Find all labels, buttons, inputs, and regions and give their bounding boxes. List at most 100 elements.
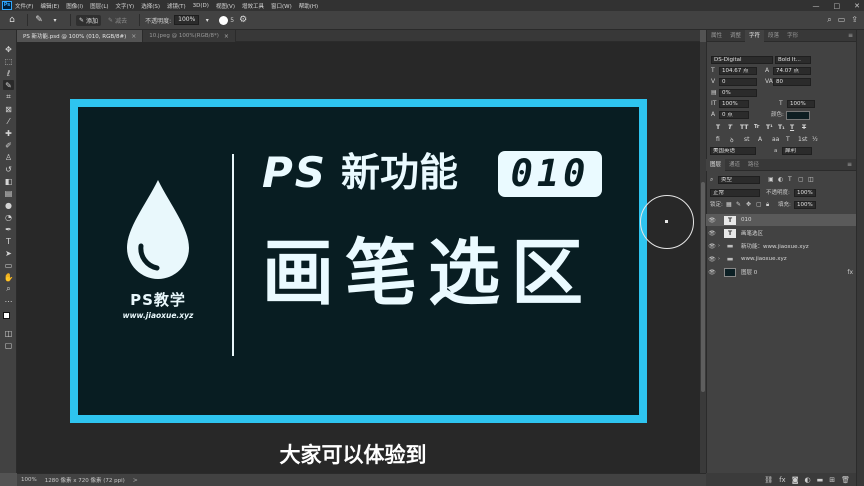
share-icon[interactable]: ⇪ (851, 15, 858, 25)
pen-tool-icon[interactable]: ✒ (3, 224, 14, 234)
lasso-tool-icon[interactable]: ℓ (3, 68, 14, 78)
fractions-button[interactable]: 1st (798, 136, 807, 143)
brush-preview-icon[interactable] (219, 15, 229, 25)
blend-mode-select[interactable]: 正常 (710, 189, 760, 197)
link-layers-icon[interactable]: ⛓ (764, 476, 773, 484)
lock-pixels-icon[interactable]: ✎ (736, 201, 741, 209)
more-tools-icon[interactable]: ⋯ (3, 296, 14, 306)
eyedropper-tool-icon[interactable]: ⁄ (3, 116, 14, 126)
fx-menu-icon[interactable]: fx (779, 476, 786, 484)
new-layer-icon[interactable]: ⊞ (829, 476, 835, 484)
underline-button[interactable]: T (790, 124, 794, 131)
close-icon[interactable]: ✕ (854, 2, 860, 10)
dodge-tool-icon[interactable]: ◔ (3, 212, 14, 222)
tsume-field[interactable]: 0% (719, 89, 757, 97)
menu-help[interactable]: 帮助(H) (299, 2, 318, 10)
chevron-down-icon[interactable]: ▾ (201, 14, 213, 26)
marquee-tool-icon[interactable]: ⬚ (3, 56, 14, 66)
menu-layer[interactable]: 图层(L) (90, 2, 108, 10)
tab-paragraph[interactable]: 段落 (764, 30, 783, 42)
kerning-field[interactable]: 0 (719, 78, 757, 86)
foreground-color-swatch[interactable] (3, 312, 10, 319)
font-family-field[interactable]: DS-Digital (711, 56, 773, 64)
subscript-button[interactable]: T₁ (778, 124, 785, 131)
menu-3d[interactable]: 3D(D) (193, 3, 209, 9)
tab-layers[interactable]: 图层 (706, 158, 726, 171)
lock-artboard-icon[interactable]: ▢ (756, 201, 762, 209)
faux-italic-button[interactable]: T (728, 124, 732, 131)
tab-jpeg-document[interactable]: 10.jpeg @ 100%(RGB/8*) × (143, 30, 236, 42)
menu-type[interactable]: 文字(Y) (116, 2, 135, 10)
gradient-tool-icon[interactable]: ▤ (3, 188, 14, 198)
delete-layer-icon[interactable]: 🗑︎ (841, 476, 850, 484)
filter-adjust-icon[interactable]: ◐ (778, 176, 783, 184)
language-select[interactable]: 美国英语 (710, 147, 756, 155)
lock-position-icon[interactable]: ✥ (746, 201, 751, 209)
ordinals-button[interactable]: T (786, 136, 790, 143)
menu-filter[interactable]: 滤镜(T) (167, 2, 186, 10)
filter-image-icon[interactable]: ▣ (768, 176, 774, 184)
frame-tool-icon[interactable]: ⊠ (3, 104, 14, 114)
filter-shape-icon[interactable]: ▢ (798, 176, 804, 184)
home-icon[interactable]: ⌂ (6, 14, 18, 26)
font-style-field[interactable]: Bold It... (775, 56, 811, 64)
add-mode-button[interactable]: ✎ 添加 (76, 14, 102, 26)
layer-row[interactable]: 👁︎ 图层 0 fx (706, 266, 856, 278)
faux-bold-button[interactable]: T (716, 124, 720, 131)
tab-adjustments[interactable]: 调整 (726, 30, 745, 42)
move-tool-icon[interactable]: ✥ (3, 44, 14, 54)
tab-glyphs[interactable]: 字形 (783, 30, 802, 42)
chevron-down-icon[interactable]: ▾ (49, 14, 61, 26)
baseline-shift-field[interactable]: 0 点 (719, 111, 749, 119)
fx-icon[interactable]: fx (847, 269, 853, 276)
panel-menu-icon[interactable]: ≡ (847, 159, 852, 171)
menu-window[interactable]: 窗口(W) (271, 2, 292, 10)
superscript-button[interactable]: T¹ (766, 124, 773, 131)
panel-menu-icon[interactable]: ≡ (848, 30, 853, 42)
minimize-icon[interactable]: — (813, 2, 820, 10)
healing-tool-icon[interactable]: ✚ (3, 128, 14, 138)
object-select-tool-icon[interactable]: ✎ (3, 80, 14, 90)
eye-icon[interactable]: 👁︎ (706, 230, 718, 237)
close-icon[interactable]: × (224, 33, 229, 40)
layer-row[interactable]: 👁︎ T 画笔选区 (706, 227, 856, 239)
zoom-tool-icon[interactable]: ⌕ (3, 284, 14, 294)
all-caps-button[interactable]: TT (740, 124, 748, 131)
close-icon[interactable]: × (131, 33, 136, 40)
vertical-scale-field[interactable]: 100% (719, 100, 749, 108)
stylistic-button[interactable]: A (758, 136, 762, 143)
eye-icon[interactable]: 👁︎ (706, 243, 718, 250)
ligature-button[interactable]: fi (716, 136, 720, 143)
leading-field[interactable]: 74.07 点 (773, 67, 811, 75)
maximize-icon[interactable]: □ (834, 2, 841, 10)
zoom-level[interactable]: 100% (21, 477, 37, 483)
search-icon[interactable]: ⌕ (827, 15, 831, 25)
layer-row[interactable]: 👁︎ › ▬ 新功能：www.jiaoxue.xyz (706, 240, 856, 252)
tracking-field[interactable]: 80 (773, 78, 811, 86)
fraction-half-button[interactable]: ½ (812, 136, 818, 143)
tab-psd-document[interactable]: PS 新功能.psd @ 100% (010, RGB/8#) × (17, 30, 144, 42)
shape-tool-icon[interactable]: ▭ (3, 260, 14, 270)
strikethrough-button[interactable]: T (802, 124, 806, 131)
opacity-field[interactable]: 100% (174, 15, 200, 25)
crop-tool-icon[interactable]: ⌗ (3, 92, 14, 102)
status-menu-arrow[interactable]: > (133, 477, 138, 484)
eraser-tool-icon[interactable]: ◧ (3, 176, 14, 186)
adjustment-layer-icon[interactable]: ◐ (805, 476, 811, 484)
settings-gear-icon[interactable]: ⚙ (237, 14, 249, 26)
layer-row[interactable]: 👁︎ T 010 (706, 214, 856, 226)
quick-mask-icon[interactable]: ◫ (3, 328, 14, 338)
history-brush-tool-icon[interactable]: ↺ (3, 164, 14, 174)
object-selection-tool-icon[interactable]: ✎ (33, 14, 45, 26)
workspace-icon[interactable]: ▭ (838, 15, 846, 25)
fill-field[interactable]: 100% (794, 201, 816, 209)
hand-tool-icon[interactable]: ✋ (3, 272, 14, 282)
blur-tool-icon[interactable]: ● (3, 200, 14, 210)
layer-row[interactable]: 👁︎ › ▬ www.jiaoxue.xyz (706, 253, 856, 265)
menu-select[interactable]: 选择(S) (141, 2, 160, 10)
screen-mode-icon[interactable]: ▢ (3, 340, 14, 350)
tab-character[interactable]: 字符 (745, 29, 765, 42)
menu-plugins[interactable]: 增效工具 (242, 2, 264, 10)
eye-icon[interactable]: 👁︎ (706, 217, 718, 224)
tab-properties[interactable]: 属性 (707, 30, 726, 42)
